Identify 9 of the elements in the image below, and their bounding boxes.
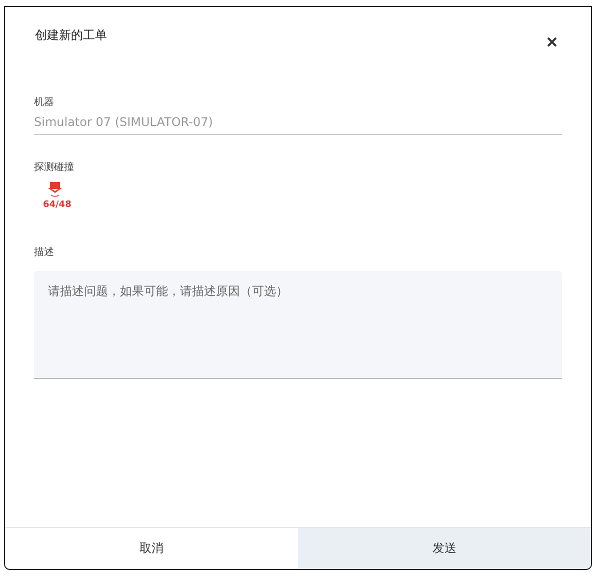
dialog-title: 创建新的工单 — [35, 27, 107, 44]
field-label: 探测碰撞 — [34, 160, 74, 174]
field-label: 描述 — [34, 246, 54, 259]
collision-count: 64/48 — [43, 200, 72, 210]
description-field[interactable]: 请描述问题，如果可能，请描述原因（可选） — [34, 271, 562, 379]
close-icon[interactable] — [547, 37, 557, 47]
collision-icon — [48, 182, 62, 198]
field-label: 机器 — [34, 96, 54, 109]
send-button[interactable]: 发送 — [298, 528, 591, 569]
